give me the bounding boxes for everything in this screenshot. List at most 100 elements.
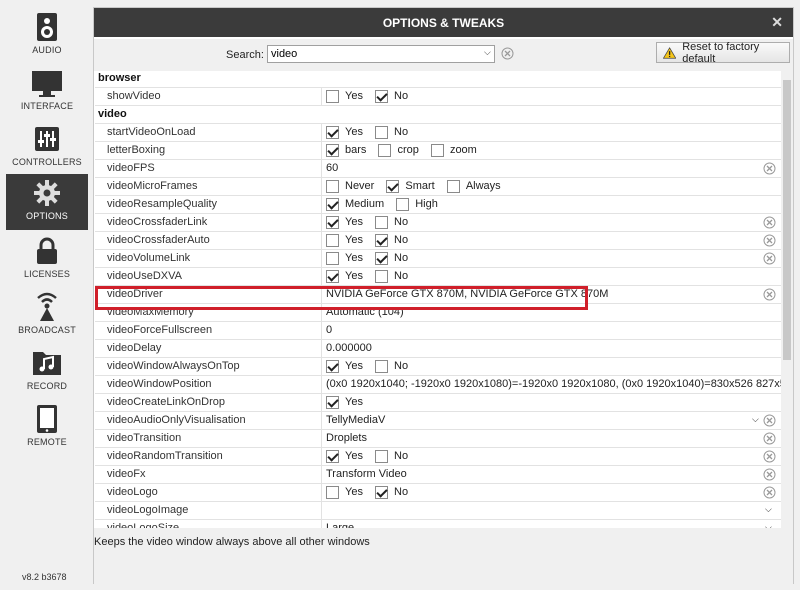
speaker-icon bbox=[37, 13, 57, 41]
option-name: videoCrossfaderLink bbox=[95, 214, 322, 231]
clear-icon[interactable] bbox=[763, 252, 776, 265]
sidebar-item-controllers[interactable]: CONTROLLERS bbox=[6, 120, 88, 176]
checkbox[interactable] bbox=[375, 126, 389, 139]
highlight-box bbox=[95, 286, 588, 310]
clear-icon[interactable] bbox=[763, 162, 776, 175]
reset-factory-button[interactable]: Reset to factory default bbox=[656, 41, 790, 65]
option-value[interactable]: 60 bbox=[323, 160, 781, 177]
table-row: videoWindowAlwaysOnTop Yes No bbox=[95, 358, 781, 376]
clear-icon[interactable] bbox=[763, 432, 776, 445]
option-value[interactable] bbox=[323, 502, 781, 519]
sliders-icon bbox=[35, 127, 59, 151]
sidebar-item-label: AUDIO bbox=[32, 45, 62, 55]
clear-icon[interactable] bbox=[501, 47, 514, 60]
option-description: Keeps the video window always above all … bbox=[94, 528, 793, 584]
checkbox[interactable] bbox=[375, 270, 389, 283]
checkbox[interactable] bbox=[326, 216, 339, 229]
option-value[interactable]: (0x0 1920x1040; -1920x0 1920x1080)=-1920… bbox=[323, 376, 781, 393]
option-value[interactable]: Transform Video bbox=[323, 466, 781, 483]
checkbox[interactable] bbox=[375, 216, 389, 229]
checkbox[interactable] bbox=[430, 144, 444, 157]
checkbox[interactable] bbox=[375, 486, 389, 499]
option-label: bars bbox=[345, 144, 367, 156]
table-row: videoVolumeLink Yes No bbox=[95, 250, 781, 268]
checkbox[interactable] bbox=[326, 180, 339, 193]
checkbox[interactable] bbox=[326, 360, 339, 373]
checkbox[interactable] bbox=[326, 90, 339, 103]
option-name: videoLogoImage bbox=[95, 502, 322, 519]
clear-icon[interactable] bbox=[763, 414, 776, 427]
option-value: Yes No bbox=[323, 268, 781, 285]
table-row: videoCreateLinkOnDrop Yes bbox=[95, 394, 781, 412]
option-name: videoLogo bbox=[95, 484, 322, 501]
clear-icon[interactable] bbox=[763, 450, 776, 463]
option-label: No bbox=[394, 270, 409, 282]
sidebar-item-licenses[interactable]: LICENSES bbox=[6, 232, 88, 288]
option-label: Yes bbox=[345, 396, 363, 408]
sidebar-item-record[interactable]: RECORD bbox=[6, 344, 88, 400]
option-value: Yes No bbox=[323, 484, 781, 501]
checkbox[interactable] bbox=[386, 180, 400, 193]
checkbox[interactable] bbox=[326, 144, 339, 157]
option-name: videoCrossfaderAuto bbox=[95, 232, 322, 249]
clear-icon[interactable] bbox=[763, 234, 776, 247]
option-name: videoFx bbox=[95, 466, 322, 483]
clear-icon[interactable] bbox=[763, 486, 776, 499]
checkbox[interactable] bbox=[326, 126, 339, 139]
search-input[interactable] bbox=[267, 45, 495, 63]
checkbox[interactable] bbox=[326, 450, 339, 463]
chevron-down-icon[interactable]: ⌵ bbox=[752, 414, 759, 425]
close-icon[interactable]: ✕ bbox=[771, 14, 783, 31]
scrollbar[interactable] bbox=[781, 70, 793, 528]
option-label: Yes bbox=[345, 360, 363, 372]
option-label: crop bbox=[397, 144, 419, 156]
checkbox[interactable] bbox=[326, 270, 339, 283]
scroll-thumb[interactable] bbox=[783, 80, 791, 360]
tablet-icon bbox=[37, 405, 57, 433]
option-value[interactable]: 0 bbox=[323, 322, 781, 339]
checkbox[interactable] bbox=[396, 198, 410, 211]
option-name: videoRandomTransition bbox=[95, 448, 322, 465]
option-name: videoForceFullscreen bbox=[95, 322, 322, 339]
table-row: videoCrossfaderLink Yes No bbox=[95, 214, 781, 232]
checkbox[interactable] bbox=[326, 234, 339, 247]
broadcast-icon bbox=[37, 292, 57, 321]
option-name: videoResampleQuality bbox=[95, 196, 322, 213]
table-row: videoLogoSize Large ⌵ bbox=[95, 520, 781, 528]
checkbox[interactable] bbox=[326, 198, 339, 211]
checkbox[interactable] bbox=[326, 486, 339, 499]
checkbox[interactable] bbox=[378, 144, 392, 157]
option-label: zoom bbox=[449, 144, 477, 156]
option-value[interactable]: 0.000000 bbox=[323, 340, 781, 357]
chevron-down-icon[interactable]: ⌵ bbox=[484, 47, 491, 58]
sidebar: AUDIO INTERFACE CONTROLLERS OPTIONS LICE… bbox=[0, 0, 88, 590]
clear-icon[interactable] bbox=[763, 468, 776, 481]
option-value[interactable]: Droplets bbox=[323, 430, 781, 447]
option-name: letterBoxing bbox=[95, 142, 322, 159]
clear-icon[interactable] bbox=[763, 216, 776, 229]
option-value: Yes No bbox=[323, 448, 781, 465]
clear-icon[interactable] bbox=[763, 288, 776, 301]
checkbox[interactable] bbox=[375, 234, 389, 247]
sidebar-item-options[interactable]: OPTIONS bbox=[6, 174, 88, 230]
sidebar-item-broadcast[interactable]: BROADCAST bbox=[6, 288, 88, 344]
option-name: videoCreateLinkOnDrop bbox=[95, 394, 322, 411]
checkbox[interactable] bbox=[375, 252, 389, 265]
checkbox[interactable] bbox=[375, 450, 389, 463]
option-name: videoLogoSize bbox=[95, 520, 322, 528]
table-row: videoRandomTransition Yes No bbox=[95, 448, 781, 466]
sidebar-item-interface[interactable]: INTERFACE bbox=[6, 64, 88, 120]
option-value[interactable]: TellyMediaV bbox=[323, 412, 781, 429]
sidebar-item-remote[interactable]: REMOTE bbox=[6, 400, 88, 456]
chevron-down-icon[interactable]: ⌵ bbox=[765, 504, 772, 515]
option-name: videoMicroFrames bbox=[95, 178, 322, 195]
checkbox[interactable] bbox=[326, 396, 339, 409]
checkbox[interactable] bbox=[326, 252, 339, 265]
option-value[interactable]: Large bbox=[323, 520, 781, 528]
checkbox[interactable] bbox=[375, 90, 389, 103]
checkbox[interactable] bbox=[375, 360, 389, 373]
section-title: video bbox=[98, 108, 127, 120]
panel-title: OPTIONS & TWEAKS bbox=[382, 15, 505, 30]
checkbox[interactable] bbox=[446, 180, 460, 193]
sidebar-item-audio[interactable]: AUDIO bbox=[6, 8, 88, 64]
